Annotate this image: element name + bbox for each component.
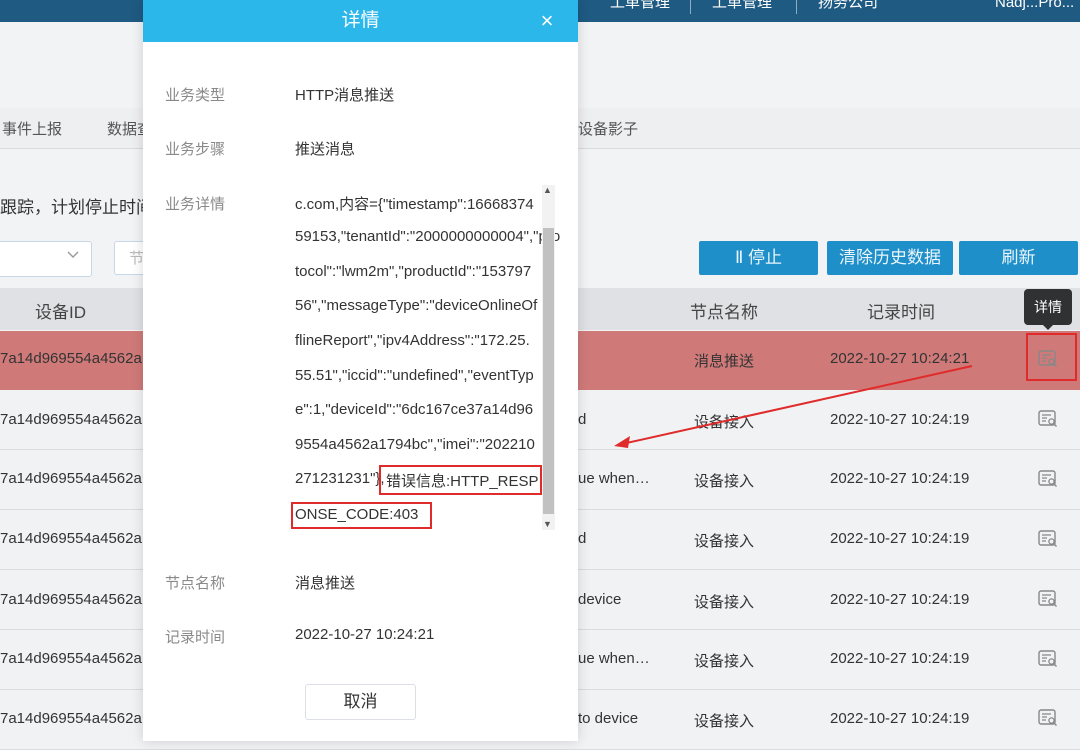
time-cell: 2022-10-27 10:24:19	[830, 710, 970, 727]
detail-text-line: flineReport","ipv4Address":"172.25.	[295, 332, 530, 349]
content-cell: ue when…	[578, 650, 650, 667]
tab-event-report[interactable]: 事件上报	[2, 118, 62, 139]
detail-text-line: tocol":"lwm2m","productId":"153797	[295, 263, 532, 280]
content-cell: ue when…	[578, 470, 650, 487]
node-cell: 设备接入	[694, 473, 755, 490]
content-cell: d	[578, 411, 587, 428]
detail-text-line: c.com,内容={"timestamp":16668374	[295, 196, 534, 213]
detail-text-line: e":1,"deviceId":"6dc167ce37a14d96	[295, 401, 534, 418]
detail-document-icon[interactable]	[1038, 590, 1058, 608]
refresh-button[interactable]: 刷新	[959, 241, 1078, 275]
record-time-value: 2022-10-27 10:24:21	[295, 626, 435, 643]
topbar-divider	[796, 0, 797, 14]
annotation-highlight-box	[1026, 333, 1077, 381]
device-id-cell: 7a14d969554a4562a	[0, 411, 142, 428]
node-cell: 设备接入	[694, 533, 755, 550]
node-name-value: 消息推送	[295, 575, 356, 592]
device-id-cell: 7a14d969554a4562a	[0, 650, 142, 667]
detail-document-icon[interactable]	[1038, 470, 1058, 488]
close-icon[interactable]: ×	[537, 8, 557, 34]
detail-document-icon[interactable]	[1038, 530, 1058, 548]
content-cell: device	[578, 591, 622, 608]
detail-text-line: 55.51","iccid":"undefined","eventTyp	[295, 367, 534, 384]
time-cell: 2022-10-27 10:24:19	[830, 591, 970, 608]
column-header-record-time: 记录时间	[867, 303, 935, 322]
detail-text-line: 9554a4562a1794bc","imei":"202210	[295, 436, 535, 453]
content-cell: d	[578, 530, 587, 547]
topbar-menu-1[interactable]: 工单管理	[610, 0, 670, 14]
scroll-down-arrow-icon[interactable]: ▼	[543, 519, 552, 529]
node-cell: 设备接入	[694, 594, 755, 611]
dialog-title: 详情	[341, 10, 380, 31]
device-id-cell: 7a14d969554a4562a	[0, 350, 142, 367]
node-cell: 设备接入	[694, 713, 755, 730]
topbar-menu-2[interactable]: 工单管理	[712, 0, 772, 14]
error-highlight-box	[291, 502, 432, 529]
annotation-arrow	[614, 365, 973, 448]
column-header-node-name: 节点名称	[690, 303, 758, 322]
time-cell: 2022-10-27 10:24:19	[830, 530, 970, 547]
scroll-up-arrow-icon[interactable]: ▲	[543, 185, 552, 195]
node-name-label: 节点名称	[165, 575, 226, 592]
error-highlight-box	[379, 465, 542, 495]
column-header-device-id: 设备ID	[35, 303, 86, 322]
business-step-value: 推送消息	[295, 141, 356, 158]
time-cell: 2022-10-27 10:24:19	[830, 650, 970, 667]
business-type-value: HTTP消息推送	[295, 87, 395, 104]
topbar-menu-3[interactable]: 扬务公司	[818, 0, 878, 14]
detail-document-icon[interactable]	[1038, 410, 1058, 428]
scrollbar-thumb[interactable]	[543, 228, 554, 514]
cancel-button[interactable]: 取消	[305, 684, 416, 720]
content-cell: to device	[578, 710, 639, 727]
detail-text-line: 56","messageType":"deviceOnlineOf	[295, 297, 538, 314]
device-id-cell: 7a14d969554a4562a	[0, 710, 142, 727]
device-id-cell: 7a14d969554a4562a	[0, 470, 142, 487]
record-time-label: 记录时间	[165, 629, 226, 646]
tooltip-arrow	[1042, 324, 1054, 330]
detail-text-line: 271231231"},	[295, 470, 385, 487]
business-type-label: 业务类型	[165, 87, 226, 104]
detail-document-icon[interactable]	[1038, 709, 1058, 727]
tracking-notice: 跟踪，计划停止时间	[0, 198, 153, 217]
topbar-user[interactable]: Nadj...Pro...	[995, 0, 1074, 14]
business-detail-label: 业务详情	[165, 196, 226, 213]
chevron-down-icon	[66, 247, 80, 264]
topbar-divider	[690, 0, 691, 14]
node-cell: 设备接入	[694, 653, 755, 670]
time-cell: 2022-10-27 10:24:19	[830, 470, 970, 487]
device-id-cell: 7a14d969554a4562a	[0, 530, 142, 547]
tab-device-shadow[interactable]: 设备影子	[578, 118, 638, 139]
detail-tooltip: 详情	[1024, 289, 1072, 325]
clear-history-button[interactable]: 清除历史数据	[827, 241, 953, 275]
stop-button[interactable]: Ⅱ 停止	[699, 241, 818, 275]
detail-document-icon[interactable]	[1038, 650, 1058, 668]
business-step-label: 业务步骤	[165, 141, 226, 158]
detail-text-line: 59153,"tenantId":"2000000000004","pro	[295, 228, 561, 245]
device-id-cell: 7a14d969554a4562a	[0, 591, 142, 608]
